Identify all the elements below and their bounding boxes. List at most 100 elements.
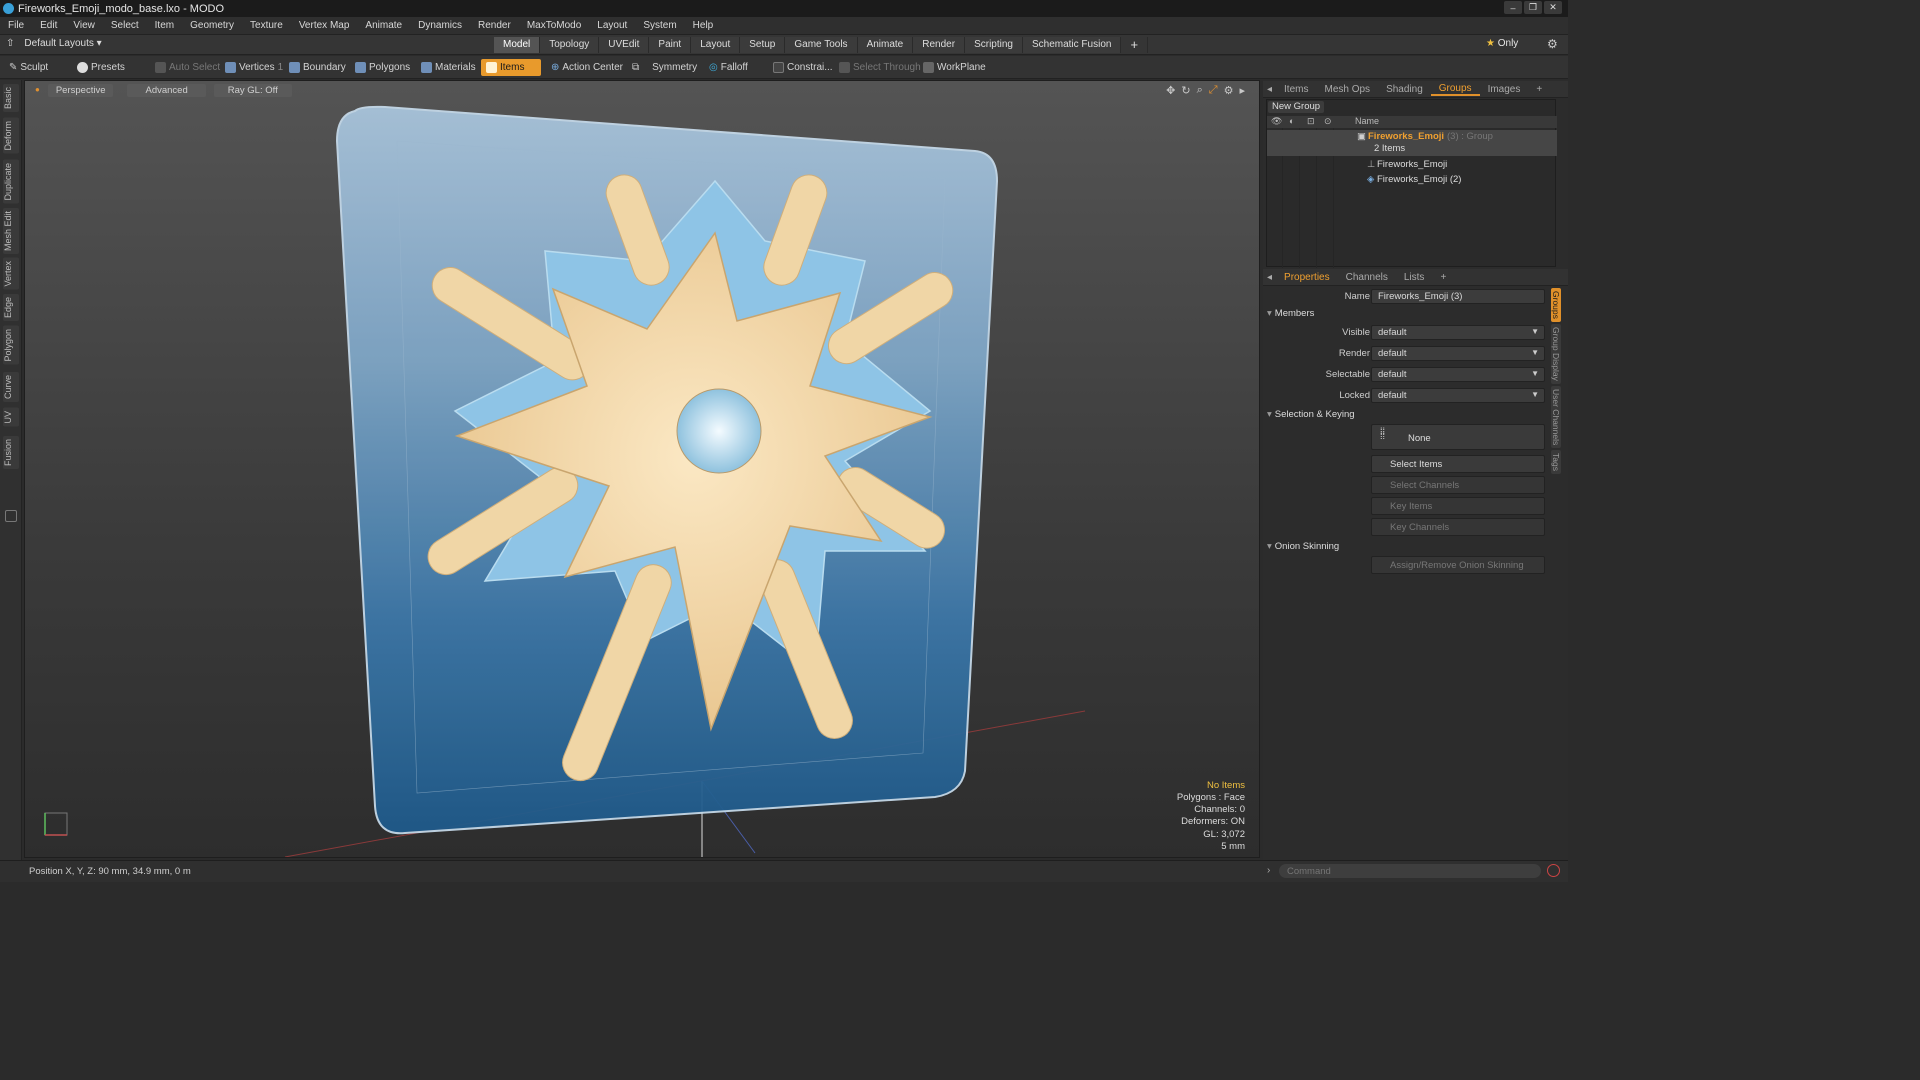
tab-layout[interactable]: Layout <box>691 37 741 53</box>
command-input[interactable] <box>1279 864 1541 878</box>
tab-scripting[interactable]: Scripting <box>965 37 1023 53</box>
vtab-duplicate[interactable]: Duplicate <box>3 160 19 204</box>
name-column-header[interactable]: Name <box>1355 116 1379 126</box>
menu-layout[interactable]: Layout <box>589 20 635 31</box>
menu-render[interactable]: Render <box>470 20 519 31</box>
tab-lists[interactable]: Lists <box>1396 272 1433 283</box>
viewport-gear-icon[interactable]: ⚙ <box>1224 84 1234 97</box>
command-history-icon[interactable] <box>1547 864 1560 877</box>
fit-icon[interactable]: ⤢ <box>1209 84 1218 97</box>
only-toggle[interactable]: ★ Only <box>1486 38 1518 49</box>
materials-button[interactable]: Materials <box>416 59 481 76</box>
menu-geometry[interactable]: Geometry <box>182 20 242 31</box>
falloff-button[interactable]: ◎ Falloff <box>704 59 753 76</box>
list-item[interactable]: ◈ Fireworks_Emoji (2) <box>1267 173 1557 187</box>
items-button[interactable]: Items <box>481 59 541 76</box>
menu-dynamics[interactable]: Dynamics <box>410 20 470 31</box>
tab-shading[interactable]: Shading <box>1378 84 1431 95</box>
tab-mesh-ops[interactable]: Mesh Ops <box>1316 84 1378 95</box>
none-selector[interactable]: ⁞⁞ ⁞⁞ None <box>1371 424 1545 450</box>
tab-topology[interactable]: Topology <box>540 37 600 53</box>
key-channels-button[interactable]: Key Channels <box>1371 518 1545 536</box>
panel-toggle-icon[interactable] <box>5 510 17 522</box>
menu-texture[interactable]: Texture <box>242 20 291 31</box>
name-field[interactable]: Fireworks_Emoji (3) <box>1371 289 1545 304</box>
tab-render[interactable]: Render <box>913 37 966 53</box>
tab-animate[interactable]: Animate <box>857 37 914 53</box>
workplane-button[interactable]: WorkPlane <box>918 59 991 76</box>
key-items-button[interactable]: Key Items <box>1371 497 1545 515</box>
selection-keying-section[interactable]: Selection & Keying <box>1267 409 1545 422</box>
tab-groups[interactable]: Groups <box>1430 83 1480 96</box>
tab-images[interactable]: Images <box>1480 84 1529 95</box>
vtab-fusion[interactable]: Fusion <box>3 436 19 470</box>
maximize-button[interactable]: ❐ <box>1524 1 1542 14</box>
members-section[interactable]: Members <box>1267 308 1545 321</box>
side-tab-tags[interactable]: Tags <box>1551 449 1561 474</box>
polygons-button[interactable]: Polygons <box>350 59 415 76</box>
side-tab-groups[interactable]: Groups <box>1551 288 1561 322</box>
selectable-dropdown[interactable]: default ▼ <box>1371 367 1545 382</box>
3d-viewport[interactable]: ● Perspective Advanced Ray GL: Off ✥ ↻ ⌕… <box>24 80 1260 858</box>
rotate-icon[interactable]: ↻ <box>1181 84 1190 97</box>
action-center-button[interactable]: ⊕ Action Center <box>546 59 628 76</box>
tab-setup[interactable]: Setup <box>740 37 786 53</box>
tab-items[interactable]: Items <box>1276 84 1316 95</box>
tab-model[interactable]: Model <box>494 37 541 53</box>
menu-vertex-map[interactable]: Vertex Map <box>291 20 358 31</box>
locked-dropdown[interactable]: default ▼ <box>1371 388 1545 403</box>
sculpt-button[interactable]: ✎ Sculpt <box>4 59 53 76</box>
vtab-mesh-edit[interactable]: Mesh Edit <box>3 208 19 255</box>
menu-select[interactable]: Select <box>103 20 147 31</box>
tab-paint[interactable]: Paint <box>649 37 692 53</box>
side-tab-user-channels[interactable]: User Channels <box>1551 385 1561 448</box>
vtab-curve[interactable]: Curve <box>3 372 19 403</box>
tab-properties[interactable]: Properties <box>1276 272 1338 283</box>
render-dropdown[interactable]: default ▼ <box>1371 346 1545 361</box>
side-tab-group-display[interactable]: Group Display <box>1551 323 1561 384</box>
vtab-polygon[interactable]: Polygon <box>3 326 19 365</box>
constraints-button[interactable]: Constrai... <box>768 59 838 76</box>
tab-schematic-fusion[interactable]: Schematic Fusion <box>1022 37 1122 53</box>
menu-help[interactable]: Help <box>685 20 722 31</box>
auto-select-button[interactable]: Auto Select <box>150 59 225 76</box>
tab-uvedit[interactable]: UVEdit <box>599 37 650 53</box>
menu-item[interactable]: Item <box>147 20 182 31</box>
select-items-button[interactable]: Select Items <box>1371 455 1545 473</box>
symmetry-button[interactable]: ⧉ Symmetry <box>627 59 702 76</box>
raygl-toggle[interactable]: Ray GL: Off <box>213 84 292 97</box>
onion-skinning-section[interactable]: Onion Skinning <box>1267 541 1545 554</box>
close-button[interactable]: ✕ <box>1544 1 1562 14</box>
boundary-button[interactable]: Boundary <box>284 59 351 76</box>
menu-maxtomodo[interactable]: MaxToModo <box>519 20 589 31</box>
menu-edit[interactable]: Edit <box>32 20 65 31</box>
vtab-basic[interactable]: Basic <box>3 84 19 113</box>
vtab-uv[interactable]: UV <box>3 408 19 427</box>
menu-animate[interactable]: Animate <box>357 20 410 31</box>
vtab-vertex[interactable]: Vertex <box>3 258 19 290</box>
menu-system[interactable]: System <box>635 20 684 31</box>
add-panel-tab-button[interactable]: + <box>1528 84 1550 95</box>
select-through-button[interactable]: Select Through <box>834 59 926 76</box>
add-tab-button[interactable]: + <box>1121 37 1149 53</box>
onion-skinning-button[interactable]: Assign/Remove Onion Skinning <box>1371 556 1545 574</box>
visible-dropdown[interactable]: default ▼ <box>1371 325 1545 340</box>
zoom-icon[interactable]: ⌕ <box>1197 84 1203 97</box>
select-channels-button[interactable]: Select Channels <box>1371 476 1545 494</box>
list-item[interactable]: ⊥ Fireworks_Emoji <box>1267 158 1557 172</box>
new-group-button[interactable]: New Group <box>1268 101 1325 113</box>
layout-toggle-icon[interactable]: ⇧ <box>6 38 14 49</box>
expand-arrow-icon[interactable]: ▸ <box>1239 84 1245 97</box>
default-layouts-dropdown[interactable]: Default Layouts ▾ <box>24 38 101 49</box>
add-props-tab-button[interactable]: + <box>1432 272 1454 283</box>
group-row[interactable]: ▣ Fireworks_Emoji (3) : Group 2 Items <box>1267 130 1557 156</box>
presets-button[interactable]: Presets <box>72 59 130 76</box>
perspective-dropdown[interactable]: Perspective <box>47 84 114 97</box>
minimize-button[interactable]: – <box>1504 1 1522 14</box>
menu-view[interactable]: View <box>65 20 103 31</box>
advanced-dropdown[interactable]: Advanced <box>127 84 206 97</box>
tab-game-tools[interactable]: Game Tools <box>785 37 858 53</box>
tab-channels[interactable]: Channels <box>1338 272 1396 283</box>
vtab-deform[interactable]: Deform <box>3 118 19 154</box>
panel-handle-icon[interactable]: ◂ <box>1263 84 1276 95</box>
